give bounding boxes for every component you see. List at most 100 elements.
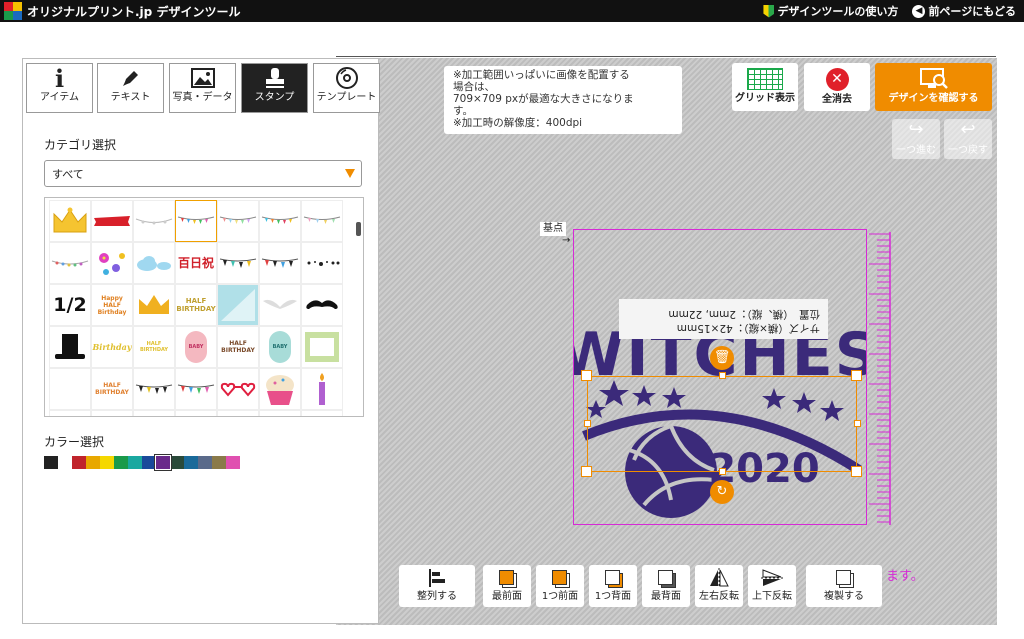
redo-button[interactable]: ↪ 一つ進む xyxy=(892,119,940,159)
category-select[interactable]: すべて xyxy=(44,160,362,187)
tooltip-position: 位置 （横、縦）：2mm, 22mm xyxy=(668,308,820,320)
stamp-pennant-dark[interactable] xyxy=(217,242,259,284)
howto-link[interactable]: デザインツールの使い方 xyxy=(763,3,898,19)
flip-horizontal-button[interactable]: 左右反転 xyxy=(695,565,743,607)
stamp-half-birthday-yellow[interactable]: HALF BIRTHDAY xyxy=(133,326,175,368)
resize-handle-l[interactable] xyxy=(584,420,591,427)
stamp-heart-glasses[interactable] xyxy=(217,368,259,410)
stamp-photo-frame[interactable] xyxy=(217,284,259,326)
confirm-design-button[interactable]: デザインを確認する xyxy=(875,63,992,111)
stamp-birthday-script[interactable]: Birthday xyxy=(91,326,133,368)
stamp-half-number-text: 1/2 xyxy=(53,294,87,316)
tab-item[interactable]: i アイテム xyxy=(26,63,93,113)
stamp-cupcake[interactable] xyxy=(259,368,301,410)
tab-template[interactable]: テンプレート xyxy=(313,63,380,113)
stamp-partial-7[interactable] xyxy=(301,410,343,416)
stamp-garland-small[interactable] xyxy=(301,200,343,242)
color-swatch[interactable] xyxy=(212,456,226,469)
flip-vertical-button[interactable]: 上下反転 xyxy=(748,565,796,607)
stamp-clouds[interactable] xyxy=(133,242,175,284)
color-swatch[interactable] xyxy=(72,456,86,469)
stamp-green-frame[interactable] xyxy=(301,326,343,368)
stamp-pennant-multi[interactable] xyxy=(259,242,301,284)
grid-toggle-button[interactable]: グリッド表示 xyxy=(732,63,798,111)
resize-handle-br[interactable] xyxy=(851,466,862,477)
stamp-pennant-color[interactable] xyxy=(175,368,217,410)
scrollbar-thumb[interactable] xyxy=(356,222,361,236)
color-swatch[interactable] xyxy=(114,456,128,469)
stamp-partial-6[interactable] xyxy=(259,410,301,416)
stamp-hyakunichi[interactable]: 百日祝 xyxy=(175,242,217,284)
clear-all-button[interactable]: ✕ 全消去 xyxy=(804,63,870,111)
beginner-mark-icon xyxy=(763,4,775,18)
resize-handle-tr[interactable] xyxy=(851,370,862,381)
color-swatch[interactable] xyxy=(58,456,72,469)
stamp-half-number[interactable]: 1/2 xyxy=(49,284,91,326)
rotate-icon[interactable]: ↻ xyxy=(710,480,734,504)
stamp-garland-bright[interactable] xyxy=(259,200,301,242)
color-swatch[interactable] xyxy=(184,456,198,469)
stamp-garland-white[interactable] xyxy=(133,200,175,242)
color-swatch[interactable] xyxy=(86,456,100,469)
stamp-partial-2[interactable] xyxy=(91,410,133,416)
selection-box[interactable] xyxy=(587,376,857,472)
stamp-gold-crown[interactable] xyxy=(133,284,175,326)
delete-icon[interactable]: 🗑 xyxy=(710,346,734,370)
stamp-ribbon[interactable] xyxy=(91,200,133,242)
tab-stamp[interactable]: スタンプ xyxy=(241,63,308,113)
color-swatch[interactable] xyxy=(100,456,114,469)
color-swatch[interactable] xyxy=(44,456,58,469)
info-icon: i xyxy=(54,63,65,93)
stamp-partial-3[interactable] xyxy=(133,410,175,416)
stamp-garland-flags-selected[interactable] xyxy=(175,200,217,242)
stamp-list-scrollbar[interactable] xyxy=(356,198,362,416)
resize-handle-b[interactable] xyxy=(719,468,726,475)
stamp-crown[interactable] xyxy=(49,200,91,242)
resize-handle-bl[interactable] xyxy=(581,466,592,477)
resize-handle-tl[interactable] xyxy=(581,370,592,381)
color-swatch[interactable] xyxy=(226,456,240,469)
color-swatch[interactable] xyxy=(198,456,212,469)
back-link[interactable]: ◀ 前ページにもどる xyxy=(912,3,1016,19)
color-swatch[interactable] xyxy=(170,456,184,469)
info-line: ※加工時の解像度：400dpi xyxy=(453,117,583,129)
resize-handle-r[interactable] xyxy=(854,420,861,427)
dropdown-arrow-icon xyxy=(345,169,355,178)
color-swatch[interactable] xyxy=(128,456,142,469)
align-button[interactable]: 整列する xyxy=(399,565,475,607)
stamp-mustache[interactable] xyxy=(301,284,343,326)
stamp-baby-foot-pink[interactable]: BABY xyxy=(175,326,217,368)
stamp-pennant-black[interactable] xyxy=(133,368,175,410)
undo-button[interactable]: ↩ 一つ戻す xyxy=(944,119,992,159)
stamp-half-birthday-text[interactable]: HALF BIRTHDAY xyxy=(175,284,217,326)
stamp-flowers[interactable] xyxy=(91,242,133,284)
stamp-wings[interactable] xyxy=(259,284,301,326)
color-swatch[interactable] xyxy=(155,455,171,470)
stamp-top-hat[interactable] xyxy=(49,326,91,368)
tab-stamp-label: スタンプ xyxy=(254,92,295,103)
stamp-partial-4[interactable] xyxy=(175,410,217,416)
send-to-back-button[interactable]: 最背面 xyxy=(642,565,690,607)
stamp-blank[interactable] xyxy=(49,368,91,410)
origin-label: 基点 xyxy=(540,222,566,236)
stamp-candle[interactable] xyxy=(301,368,343,410)
site-logo[interactable]: オリジナルプリント.jp デザインツール xyxy=(4,2,240,20)
duplicate-button[interactable]: 複製する xyxy=(806,565,882,607)
stamp-happy-half-birthday[interactable]: Happy HALF Birthday xyxy=(91,284,133,326)
stamp-half-birthday-brown[interactable]: HALF BIRTHDAY xyxy=(217,326,259,368)
bring-forward-button[interactable]: 1つ前面 xyxy=(536,565,584,607)
stamp-dots-stars[interactable] xyxy=(301,242,343,284)
color-swatch[interactable] xyxy=(142,456,156,469)
stamp-partial-1[interactable] xyxy=(49,410,91,416)
stamp-partial-5[interactable] xyxy=(217,410,259,416)
tab-photo-data[interactable]: 写真・データ xyxy=(169,63,236,113)
resize-handle-t[interactable] xyxy=(719,372,726,379)
stamp-garland-pastel[interactable] xyxy=(217,200,259,242)
stamp-half-birthday-orange[interactable]: HALF BIRTHDAY xyxy=(91,368,133,410)
stamp-dot-garland[interactable] xyxy=(49,242,91,284)
tab-text[interactable]: テキスト xyxy=(97,63,164,113)
send-backward-button[interactable]: 1つ背面 xyxy=(589,565,637,607)
stamp-baby-foot-blue[interactable]: BABY xyxy=(259,326,301,368)
bring-to-front-button[interactable]: 最前面 xyxy=(483,565,531,607)
flip-horizontal-label: 左右反転 xyxy=(699,591,739,602)
